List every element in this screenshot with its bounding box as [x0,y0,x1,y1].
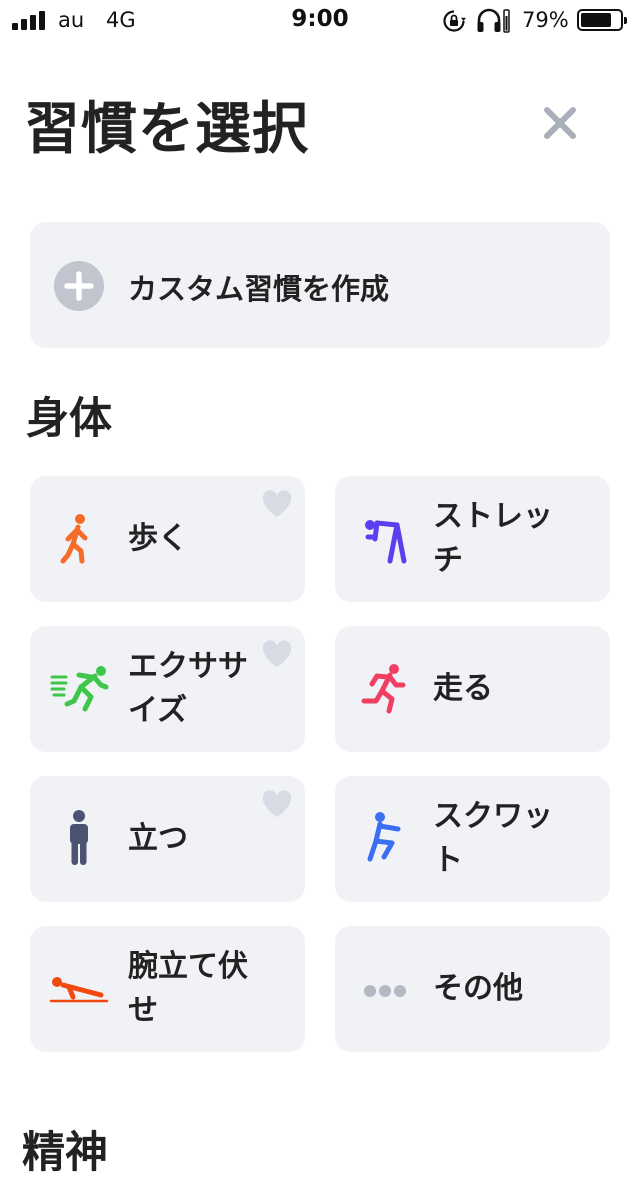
more-dots-icon [364,985,406,997]
close-icon[interactable] [538,101,582,145]
habit-card-exercise[interactable]: エクササイズ [30,626,305,752]
habit-label: その他 [433,971,523,1006]
habit-card-stretch[interactable]: ストレッチ [335,476,610,602]
habit-card-squat[interactable]: スクワット [335,776,610,902]
exercise-person-icon [50,666,109,712]
habit-card-walk[interactable]: 歩く [30,476,305,602]
heart-icon[interactable] [261,640,293,668]
page-title: 習慣を選択 [24,97,309,162]
pushup-person-icon [49,977,109,1003]
create-custom-habit-label: カスタム習慣を作成 [128,272,390,306]
section-title-mind: 精神 [22,1128,108,1178]
create-custom-habit-button[interactable]: カスタム習慣を作成 [30,222,610,348]
stretching-person-icon [365,520,407,564]
standing-person-icon [70,810,88,865]
habit-label: スクワット [433,799,553,878]
status-bar: au 4G 9:00 79% [0,0,640,42]
rotation-lock-icon [443,10,466,32]
habit-label: ストレッチ [433,499,553,578]
habit-card-other[interactable]: その他 [335,926,610,1052]
habit-card-run[interactable]: 走る [335,626,610,752]
habit-label: 立つ [128,821,188,856]
headphones-battery-icon [477,8,510,33]
battery-percentage: 79% [522,8,569,32]
heart-icon[interactable] [261,790,293,818]
battery-icon [577,9,627,31]
running-person-icon [361,664,406,714]
habit-label: 走る [433,671,493,706]
section-title-body: 身体 [26,394,112,444]
heart-icon[interactable] [261,490,293,518]
habit-label: エクササイズ [128,649,248,728]
squat-person-icon [367,812,401,862]
plus-circle-icon [54,261,104,311]
habit-label: 歩く [128,521,188,556]
habit-label: 腕立て伏せ [128,949,248,1028]
habit-card-stand[interactable]: 立つ [30,776,305,902]
habit-card-pushup[interactable]: 腕立て伏せ [30,926,305,1052]
walking-person-icon [60,514,88,564]
